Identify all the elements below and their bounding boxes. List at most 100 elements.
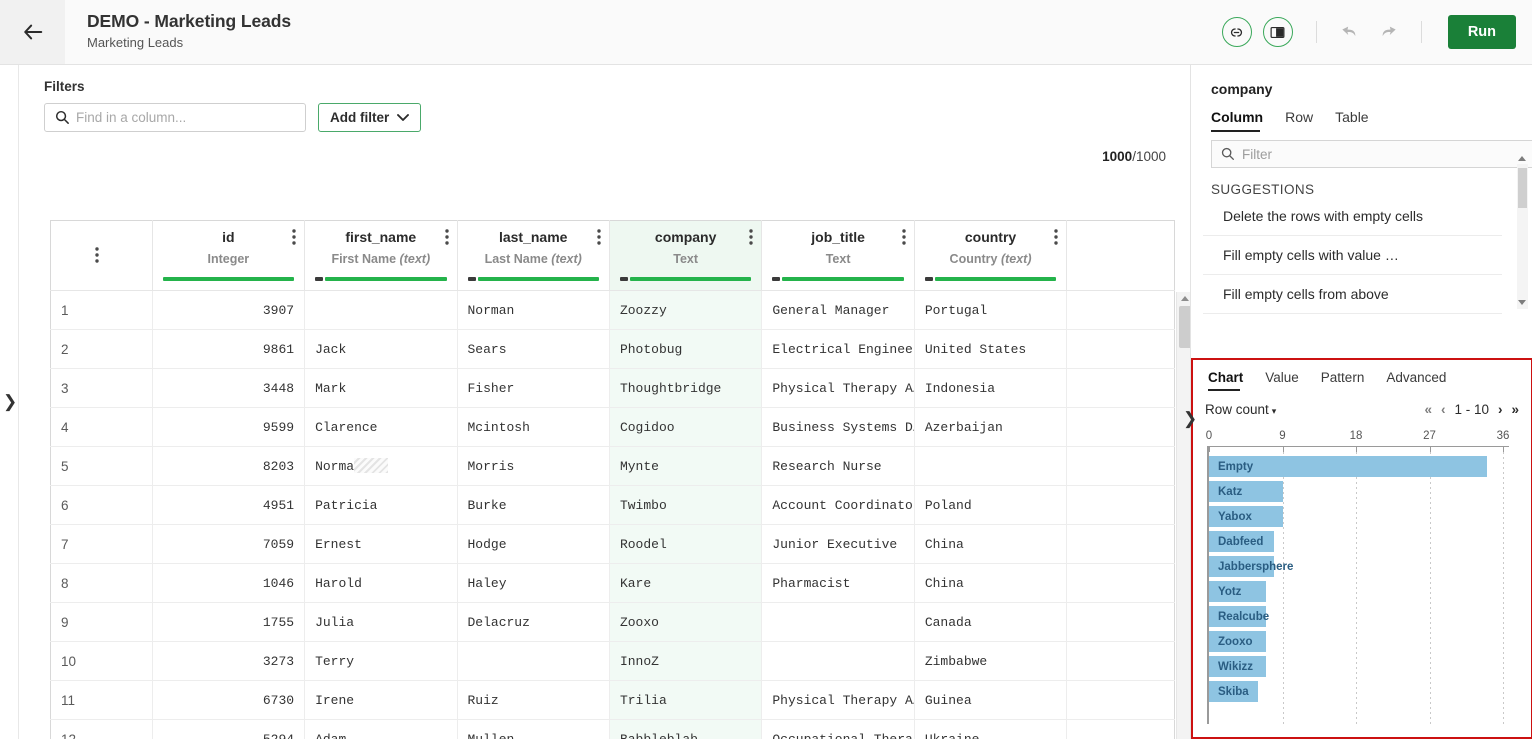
cell-country[interactable]: Poland xyxy=(914,486,1066,525)
chart-bar-row[interactable]: Empty xyxy=(1209,454,1523,479)
cell-country[interactable]: United States xyxy=(914,330,1066,369)
cell-first_name[interactable]: Adam xyxy=(305,720,457,739)
cell-id[interactable]: 1046 xyxy=(152,564,304,603)
cell-company[interactable]: Twimbo xyxy=(609,486,761,525)
chart-bar-row[interactable]: Wikizz xyxy=(1209,654,1523,679)
cell-last_name[interactable]: Mullen xyxy=(457,720,609,739)
tab-column[interactable]: Column xyxy=(1211,109,1263,132)
cell-job_title[interactable]: Physical Therapy A… xyxy=(762,681,914,720)
back-button[interactable] xyxy=(0,0,65,64)
cell-first_name[interactable]: Ernest xyxy=(305,525,457,564)
cell-last_name[interactable]: Delacruz xyxy=(457,603,609,642)
tab-pattern[interactable]: Pattern xyxy=(1321,370,1365,391)
chart-bar[interactable]: Katz xyxy=(1209,481,1283,502)
tab-advanced[interactable]: Advanced xyxy=(1386,370,1446,391)
chart-bar-row[interactable]: Zooxo xyxy=(1209,629,1523,654)
cell-job_title[interactable]: Research Nurse xyxy=(762,447,914,486)
suggestion-fill-with-value[interactable]: Fill empty cells with value … xyxy=(1203,236,1502,275)
cell-country[interactable]: China xyxy=(914,564,1066,603)
cell-id[interactable]: 9599 xyxy=(152,408,304,447)
chart-bar-row[interactable]: Jabbersphere xyxy=(1209,554,1523,579)
run-button[interactable]: Run xyxy=(1448,15,1516,49)
cell-first_name[interactable]: Irene xyxy=(305,681,457,720)
scroll-up-icon[interactable] xyxy=(1518,156,1526,161)
table-row[interactable]: 77059ErnestHodgeRoodelJunior ExecutiveCh… xyxy=(51,525,1175,564)
cell-last_name[interactable]: Mcintosh xyxy=(457,408,609,447)
cell-id[interactable]: 4951 xyxy=(152,486,304,525)
table-row[interactable]: 33448MarkFisherThoughtbridgePhysical The… xyxy=(51,369,1175,408)
chart-bar-row[interactable]: Katz xyxy=(1209,479,1523,504)
table-row[interactable]: 13907NormanZoozzyGeneral ManagerPortugal xyxy=(51,291,1175,330)
chart-bar[interactable]: Jabbersphere xyxy=(1209,556,1274,577)
compare-panel-button[interactable] xyxy=(1263,17,1293,47)
column-header-job_title[interactable]: job_title Text xyxy=(762,221,914,291)
column-search-box[interactable] xyxy=(44,103,306,132)
cell-company[interactable]: Mynte xyxy=(609,447,761,486)
table-row[interactable]: 125294AdamMullenBabbleblabOccupational T… xyxy=(51,720,1175,739)
cell-country[interactable]: Canada xyxy=(914,603,1066,642)
cell-first_name[interactable]: Clarence xyxy=(305,408,457,447)
cell-id[interactable]: 5294 xyxy=(152,720,304,739)
scrollbar-thumb[interactable] xyxy=(1179,306,1190,348)
column-header-company[interactable]: company Text xyxy=(609,221,761,291)
cell-job_title[interactable]: Pharmacist xyxy=(762,564,914,603)
right-panel-filter-input[interactable] xyxy=(1242,141,1532,167)
cell-job_title[interactable]: Physical Therapy A… xyxy=(762,369,914,408)
pager-prev-button[interactable]: ‹ xyxy=(1441,402,1446,417)
cell-first_name[interactable] xyxy=(305,291,457,330)
cell-last_name[interactable]: Morris xyxy=(457,447,609,486)
cell-country[interactable]: China xyxy=(914,525,1066,564)
suggestion-fill-from-above[interactable]: Fill empty cells from above xyxy=(1203,275,1502,314)
cell-last_name[interactable]: Fisher xyxy=(457,369,609,408)
expand-left-panel-button[interactable]: ❯ xyxy=(3,393,17,410)
chart-bar-row[interactable]: Realcube xyxy=(1209,604,1523,629)
cell-last_name[interactable]: Hodge xyxy=(457,525,609,564)
cell-job_title[interactable]: Occupational Thera… xyxy=(762,720,914,739)
cell-first_name[interactable]: Julia xyxy=(305,603,457,642)
cell-last_name[interactable]: Sears xyxy=(457,330,609,369)
pager-next-button[interactable]: › xyxy=(1498,402,1503,417)
table-row[interactable]: 58203NormaMorrisMynteResearch Nurse xyxy=(51,447,1175,486)
cell-job_title[interactable]: Business Systems D… xyxy=(762,408,914,447)
tab-table[interactable]: Table xyxy=(1335,109,1368,132)
cell-id[interactable]: 3448 xyxy=(152,369,304,408)
column-header-last_name[interactable]: last_name Last Name (text) xyxy=(457,221,609,291)
kebab-menu-icon[interactable] xyxy=(597,229,601,245)
chart-bar-row[interactable]: Skiba xyxy=(1209,679,1523,704)
collapse-right-panel-button[interactable]: ❯ xyxy=(1183,410,1197,427)
cell-country[interactable]: Azerbaijan xyxy=(914,408,1066,447)
link-button[interactable] xyxy=(1222,17,1252,47)
cell-company[interactable]: Photobug xyxy=(609,330,761,369)
chart-bar[interactable]: Dabfeed xyxy=(1209,531,1274,552)
cell-country[interactable]: Ukraine xyxy=(914,720,1066,739)
row-options-header[interactable] xyxy=(51,221,153,291)
cell-first_name[interactable]: Harold xyxy=(305,564,457,603)
column-header-country[interactable]: country Country (text) xyxy=(914,221,1066,291)
chart-bar[interactable]: Skiba xyxy=(1209,681,1258,702)
cell-id[interactable]: 6730 xyxy=(152,681,304,720)
chart-bar[interactable]: Zooxo xyxy=(1209,631,1266,652)
chart-bar[interactable]: Yabox xyxy=(1209,506,1283,527)
cell-country[interactable]: Indonesia xyxy=(914,369,1066,408)
search-input[interactable] xyxy=(76,104,305,131)
table-row[interactable]: 29861JackSearsPhotobugElectrical Enginee… xyxy=(51,330,1175,369)
chart-bar[interactable]: Yotz xyxy=(1209,581,1266,602)
scroll-up-icon[interactable] xyxy=(1181,296,1189,301)
cell-company[interactable]: Babbleblab xyxy=(609,720,761,739)
pager-first-button[interactable]: « xyxy=(1424,402,1432,417)
kebab-menu-icon[interactable] xyxy=(749,229,753,245)
column-header-id[interactable]: id Integer xyxy=(152,221,304,291)
suggestions-scrollbar[interactable] xyxy=(1517,164,1528,309)
cell-company[interactable]: Kare xyxy=(609,564,761,603)
cell-first_name[interactable]: Norma xyxy=(305,447,457,486)
cell-first_name[interactable]: Patricia xyxy=(305,486,457,525)
kebab-menu-icon[interactable] xyxy=(1054,229,1058,245)
cell-last_name[interactable]: Norman xyxy=(457,291,609,330)
table-row[interactable]: 64951PatriciaBurkeTwimboAccount Coordina… xyxy=(51,486,1175,525)
cell-id[interactable]: 7059 xyxy=(152,525,304,564)
pager-last-button[interactable]: » xyxy=(1511,402,1519,417)
cell-company[interactable]: Zooxo xyxy=(609,603,761,642)
chart-bar[interactable]: Empty xyxy=(1209,456,1487,477)
chart-bar-row[interactable]: Yotz xyxy=(1209,579,1523,604)
cell-job_title[interactable]: Junior Executive xyxy=(762,525,914,564)
